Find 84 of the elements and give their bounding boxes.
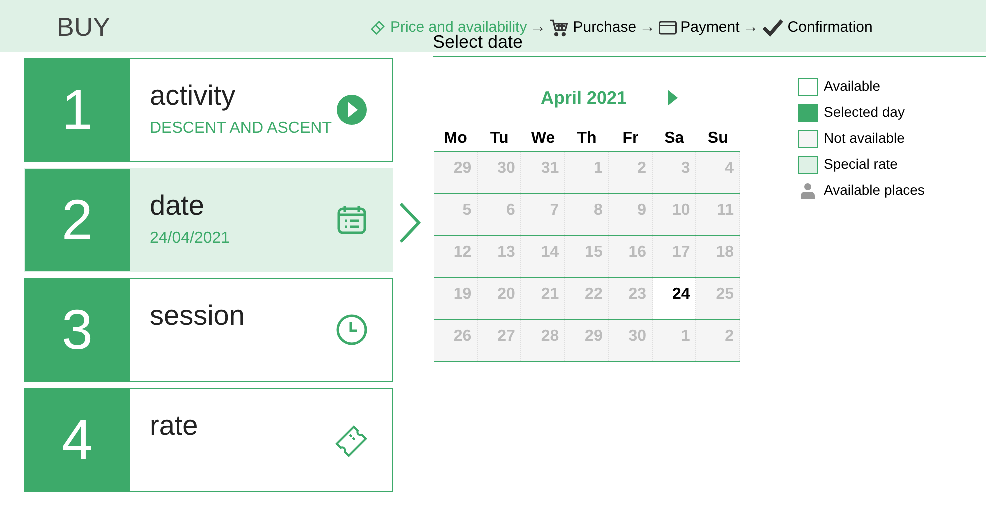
day-cell[interactable]: 8 (565, 194, 609, 235)
weekday-label: Sa (664, 129, 686, 149)
step-title: session (150, 299, 246, 333)
step-title: activity (150, 79, 237, 113)
legend-label: Available (824, 77, 881, 96)
day-cell[interactable]: 30 (478, 152, 522, 193)
weekday-label: Tu (489, 129, 510, 149)
card-icon (658, 21, 677, 35)
legend-swatch (798, 104, 818, 122)
check-icon (762, 19, 784, 37)
arrow-separator: → (530, 18, 546, 38)
day-cell[interactable]: 1 (652, 320, 696, 361)
day-cell[interactable]: 1 (565, 152, 609, 193)
day-cell[interactable]: 10 (652, 194, 696, 235)
checkout-step[interactable]: Confirmation (762, 16, 873, 40)
step-value: 24/04/2021 (150, 229, 232, 249)
step-number: 2 (62, 187, 94, 253)
person-icon (801, 182, 815, 198)
cart-icon (549, 19, 570, 37)
weekday-label: Su (706, 129, 730, 149)
arrow-separator: → (640, 18, 656, 38)
day-cell[interactable]: 29 (434, 152, 478, 193)
step-card[interactable]: 1 activity DESCENT AND ASCENT (24, 58, 393, 162)
day-cell[interactable]: 29 (565, 320, 609, 361)
step-value: DESCENT AND ASCENT (150, 119, 333, 139)
step-card[interactable]: 2 date 24/04/2021 (24, 168, 393, 272)
calendar-icon (336, 204, 368, 236)
day-cell[interactable]: 13 (478, 236, 522, 277)
day-cell[interactable]: 24 (652, 278, 696, 319)
day-cell[interactable]: 3 (652, 152, 696, 193)
day-cell[interactable]: 31 (521, 152, 566, 193)
chevron-right-icon (399, 202, 421, 244)
legend-label: Special rate (824, 155, 898, 174)
day-cell[interactable]: 11 (696, 194, 740, 235)
day-cell[interactable]: 20 (478, 278, 522, 319)
weekday-label: We (530, 129, 556, 149)
day-cell[interactable]: 4 (696, 152, 740, 193)
day-cell[interactable]: 27 (478, 320, 522, 361)
day-cell[interactable]: 30 (608, 320, 653, 361)
day-cell[interactable]: 26 (434, 320, 478, 361)
day-cell[interactable]: 6 (478, 194, 522, 235)
day-cell[interactable]: 21 (521, 278, 566, 319)
play-icon (336, 94, 368, 126)
arrow-separator: → (742, 18, 759, 38)
day-cell[interactable]: 5 (434, 194, 478, 235)
day-cell[interactable]: 22 (565, 278, 609, 319)
day-cell[interactable]: 19 (434, 278, 478, 319)
day-cell[interactable]: 7 (521, 194, 566, 235)
month-label: April 2021 (541, 86, 628, 110)
day-cell[interactable]: 2 (696, 320, 740, 361)
ticket-icon (370, 20, 386, 36)
day-cell[interactable]: 15 (565, 236, 609, 277)
step-number: 3 (62, 297, 94, 363)
day-cell[interactable]: 9 (608, 194, 653, 235)
day-cell[interactable]: 16 (608, 236, 653, 277)
step-card[interactable]: 3 session (24, 278, 393, 382)
step-card[interactable]: 4 rate (24, 388, 393, 492)
day-cell[interactable]: 23 (608, 278, 653, 319)
step-number: 1 (62, 77, 94, 143)
checkout-step[interactable]: Purchase (549, 16, 637, 40)
day-cell[interactable]: 28 (521, 320, 566, 361)
checkout-step[interactable]: Payment (658, 16, 740, 40)
weekday-label: Th (576, 129, 598, 149)
day-cell[interactable]: 12 (434, 236, 478, 277)
weekday-label: Fr (622, 129, 640, 149)
legend-label: Available places (824, 181, 925, 200)
step-title: rate (150, 409, 200, 443)
clock-icon (336, 314, 368, 346)
ticket-icon (334, 423, 368, 457)
day-cell[interactable]: 14 (521, 236, 566, 277)
weekday-label: Mo (443, 129, 468, 149)
legend-swatch (798, 130, 818, 148)
legend-label: Selected day (824, 103, 905, 122)
legend-swatch (798, 156, 818, 174)
legend-swatch (798, 78, 818, 96)
day-cell[interactable]: 2 (608, 152, 653, 193)
legend-label: Not available (824, 129, 905, 148)
day-cell[interactable]: 18 (696, 236, 740, 277)
step-title: date (150, 189, 206, 223)
step-number: 4 (62, 407, 94, 473)
day-cell[interactable]: 17 (652, 236, 696, 277)
next-month-icon[interactable] (668, 90, 678, 106)
day-cell[interactable]: 25 (696, 278, 740, 319)
page-title: BUY (57, 11, 110, 44)
